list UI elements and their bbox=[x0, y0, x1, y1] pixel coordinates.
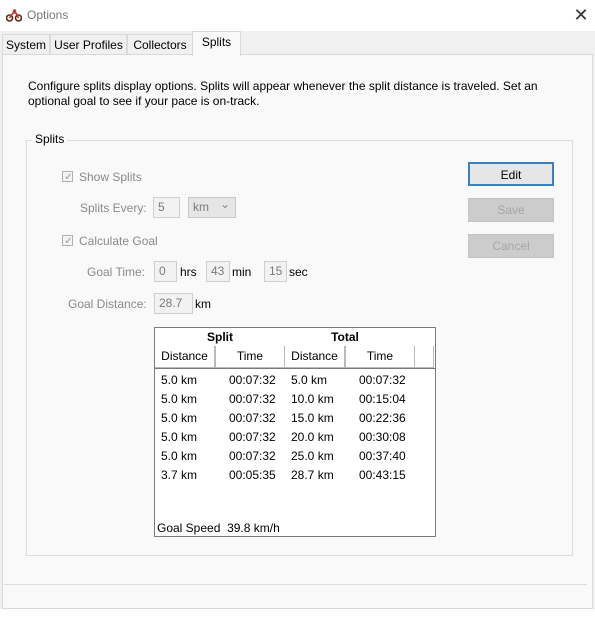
calculate-goal-checkbox[interactable]: ✓ bbox=[62, 235, 73, 247]
minutes-unit-label: min bbox=[232, 265, 252, 279]
column-header-total-time[interactable]: Time bbox=[345, 346, 415, 368]
edit-button[interactable]: Edit bbox=[468, 162, 554, 186]
tab-splits[interactable]: Splits bbox=[192, 31, 241, 56]
splits-table: Split Total Distance Time Distance Time … bbox=[154, 327, 436, 537]
total-distance-cell: 15.0 km bbox=[291, 411, 334, 425]
chevron-down-icon: ⌄ bbox=[219, 197, 230, 211]
split-group-header: Split bbox=[207, 330, 233, 344]
save-button[interactable]: Save bbox=[468, 198, 554, 222]
header-divider bbox=[155, 368, 435, 369]
goal-seconds-input[interactable]: 15 bbox=[264, 261, 287, 282]
goal-distance-label: Goal Distance: bbox=[68, 297, 147, 311]
goal-speed-label: Goal Speed bbox=[157, 521, 221, 535]
total-time-cell: 00:37:40 bbox=[359, 449, 406, 463]
total-distance-cell: 5.0 km bbox=[291, 373, 328, 387]
split-time-cell: 00:07:32 bbox=[229, 373, 276, 387]
close-icon[interactable]: ✕ bbox=[572, 6, 590, 24]
window-title: Options bbox=[27, 8, 69, 22]
splits-every-label: Splits Every: bbox=[80, 201, 147, 215]
tab-bar: System User Profiles Collectors Splits bbox=[0, 31, 595, 56]
total-time-cell: 00:07:32 bbox=[359, 373, 406, 387]
split-time-cell: 00:07:32 bbox=[229, 430, 276, 444]
split-distance-cell: 5.0 km bbox=[161, 373, 198, 387]
check-icon: ✓ bbox=[64, 236, 73, 247]
seconds-unit-label: sec bbox=[289, 265, 308, 279]
goal-time-label: Goal Time: bbox=[87, 265, 146, 279]
split-distance-cell: 5.0 km bbox=[161, 411, 198, 425]
total-time-cell: 00:30:08 bbox=[359, 430, 406, 444]
group-title: Splits bbox=[32, 132, 68, 146]
split-distance-cell: 5.0 km bbox=[161, 392, 198, 406]
total-distance-cell: 10.0 km bbox=[291, 392, 334, 406]
table-row[interactable]: 5.0 km 00:07:32 5.0 km 00:07:32 bbox=[155, 371, 435, 390]
total-time-cell: 00:15:04 bbox=[359, 392, 406, 406]
window-bottom-edge bbox=[0, 609, 595, 631]
total-distance-cell: 20.0 km bbox=[291, 430, 334, 444]
split-distance-cell: 3.7 km bbox=[161, 468, 198, 482]
total-group-header: Total bbox=[331, 330, 359, 344]
split-time-cell: 00:05:35 bbox=[229, 468, 276, 482]
table-row[interactable]: 5.0 km 00:07:32 20.0 km 00:30:08 bbox=[155, 428, 435, 447]
column-header-filler bbox=[414, 346, 434, 368]
tab-collectors[interactable]: Collectors bbox=[127, 34, 193, 55]
total-distance-cell: 25.0 km bbox=[291, 449, 334, 463]
table-row[interactable]: 5.0 km 00:07:32 10.0 km 00:15:04 bbox=[155, 390, 435, 409]
footer-divider bbox=[4, 584, 587, 585]
calculate-goal-label: Calculate Goal bbox=[79, 234, 158, 248]
cancel-button[interactable]: Cancel bbox=[468, 234, 554, 258]
column-header-total-distance[interactable]: Distance bbox=[284, 346, 345, 368]
distance-unit-label: km bbox=[195, 297, 211, 311]
splits-every-input[interactable]: 5 bbox=[153, 197, 180, 218]
goal-speed-text: Goal Speed 39.8 km/h bbox=[157, 521, 280, 535]
table-row[interactable]: 3.7 km 00:05:35 28.7 km 00:43:15 bbox=[155, 466, 435, 485]
tab-user-profiles[interactable]: User Profiles bbox=[50, 34, 127, 55]
splits-unit-select[interactable]: km ⌄ bbox=[188, 197, 236, 218]
split-time-cell: 00:07:32 bbox=[229, 411, 276, 425]
table-row[interactable]: 5.0 km 00:07:32 15.0 km 00:22:36 bbox=[155, 409, 435, 428]
hours-unit-label: hrs bbox=[180, 265, 197, 279]
goal-hours-input[interactable]: 0 bbox=[154, 261, 177, 282]
show-splits-label: Show Splits bbox=[79, 170, 142, 184]
column-header-split-time[interactable]: Time bbox=[215, 346, 285, 368]
total-time-cell: 00:22:36 bbox=[359, 411, 406, 425]
total-time-cell: 00:43:15 bbox=[359, 468, 406, 482]
split-distance-cell: 5.0 km bbox=[161, 449, 198, 463]
tab-system[interactable]: System bbox=[2, 34, 50, 55]
split-time-cell: 00:07:32 bbox=[229, 449, 276, 463]
split-time-cell: 00:07:32 bbox=[229, 392, 276, 406]
title-bar bbox=[0, 0, 595, 31]
description-text: Configure splits display options. Splits… bbox=[28, 79, 538, 108]
goal-speed-value: 39.8 km/h bbox=[227, 521, 280, 535]
motorcycle-icon bbox=[5, 8, 23, 22]
check-icon: ✓ bbox=[64, 172, 73, 183]
splits-unit-value: km bbox=[193, 200, 209, 214]
show-splits-checkbox[interactable]: ✓ bbox=[62, 171, 73, 183]
goal-distance-input[interactable]: 28.7 bbox=[154, 293, 193, 314]
total-distance-cell: 28.7 km bbox=[291, 468, 334, 482]
goal-minutes-input[interactable]: 43 bbox=[206, 261, 230, 282]
table-row[interactable]: 5.0 km 00:07:32 25.0 km 00:37:40 bbox=[155, 447, 435, 466]
column-header-split-distance[interactable]: Distance bbox=[155, 346, 215, 368]
split-distance-cell: 5.0 km bbox=[161, 430, 198, 444]
